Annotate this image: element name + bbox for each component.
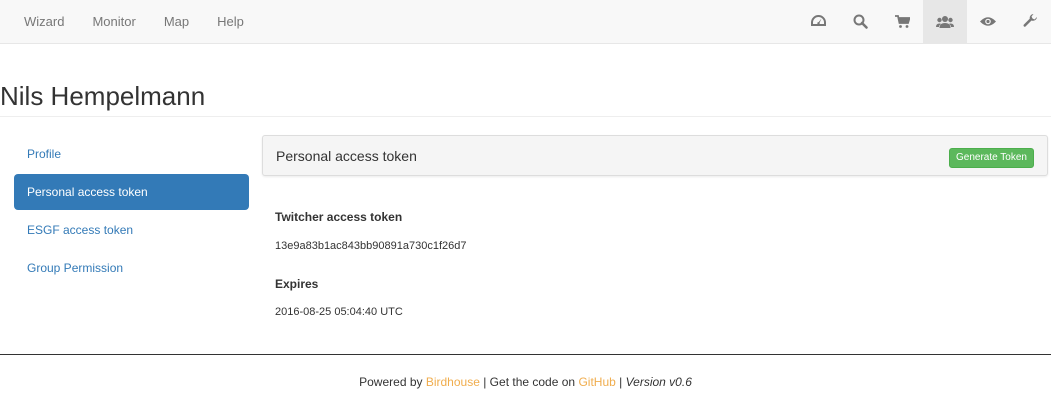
footer-code-text: | Get the code on (483, 375, 576, 389)
eye-button[interactable] (967, 0, 1009, 43)
nav-icons (797, 0, 1051, 43)
generate-token-button[interactable]: Generate Token (949, 148, 1034, 168)
sidebar-item-group-permission[interactable]: Group Permission (14, 250, 249, 286)
search-button[interactable] (839, 0, 881, 43)
sidebar-item-personal-access-token[interactable]: Personal access token (14, 174, 249, 210)
cart-button[interactable] (881, 0, 923, 43)
profile-sidebar: Profile Personal access token ESGF acces… (14, 136, 249, 288)
dashboard-button[interactable] (797, 0, 839, 43)
footer-powered-text: Powered by (359, 375, 423, 389)
nav-links: Wizard Monitor Map Help (10, 0, 258, 43)
eye-icon (980, 17, 996, 26)
expires-label: Expires (275, 277, 319, 291)
sidebar-item-profile[interactable]: Profile (14, 136, 249, 172)
panel-title: Personal access token (276, 148, 417, 164)
sidebar-item-esgf-access-token[interactable]: ESGF access token (14, 212, 249, 248)
token-label: Twitcher access token (275, 210, 403, 224)
title-divider (0, 116, 1051, 117)
footer-divider (0, 354, 1051, 355)
wrench-button[interactable] (1009, 0, 1051, 43)
top-navbar: Wizard Monitor Map Help (0, 0, 1051, 44)
nav-help[interactable]: Help (203, 0, 258, 43)
nav-wizard[interactable]: Wizard (10, 0, 78, 43)
version-text: Version v0.6 (625, 375, 692, 389)
search-icon (853, 14, 868, 29)
token-value: 13e9a83b1ac843bb90891a730c1f26d7 (275, 240, 467, 252)
nav-monitor[interactable]: Monitor (78, 0, 149, 43)
dashboard-icon (810, 15, 826, 26)
nav-map[interactable]: Map (150, 0, 203, 43)
footer-separator: | (619, 375, 623, 389)
birdhouse-link[interactable]: Birdhouse (426, 375, 480, 389)
footer: Powered by Birdhouse | Get the code on G… (0, 375, 1051, 389)
cart-icon (894, 14, 910, 28)
wrench-icon (1022, 14, 1037, 27)
page-title: Nils Hempelmann (0, 81, 206, 111)
expires-value: 2016-08-25 05:04:40 UTC (275, 306, 403, 318)
panel-heading: Personal access token Generate Token (262, 135, 1048, 176)
users-icon (936, 15, 954, 28)
github-link[interactable]: GitHub (578, 375, 615, 389)
users-button[interactable] (923, 0, 967, 43)
